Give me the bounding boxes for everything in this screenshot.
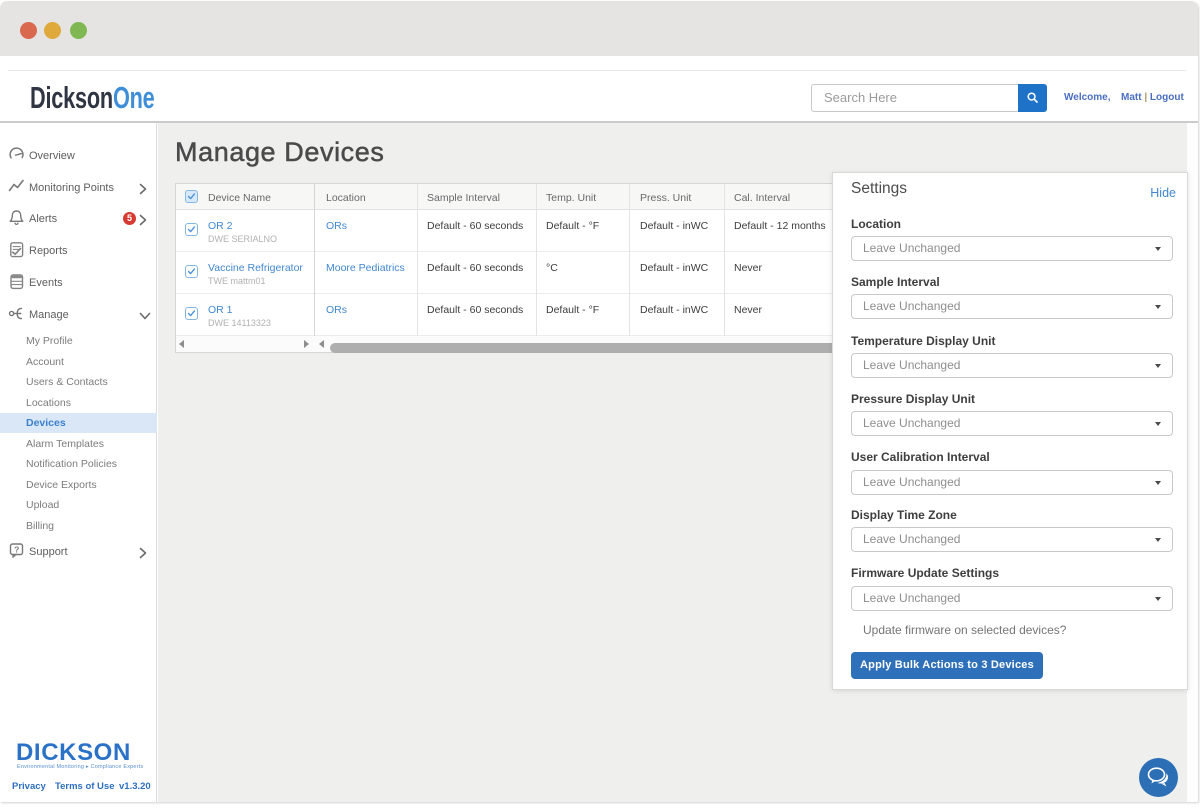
svg-text:?: ? xyxy=(14,544,19,554)
